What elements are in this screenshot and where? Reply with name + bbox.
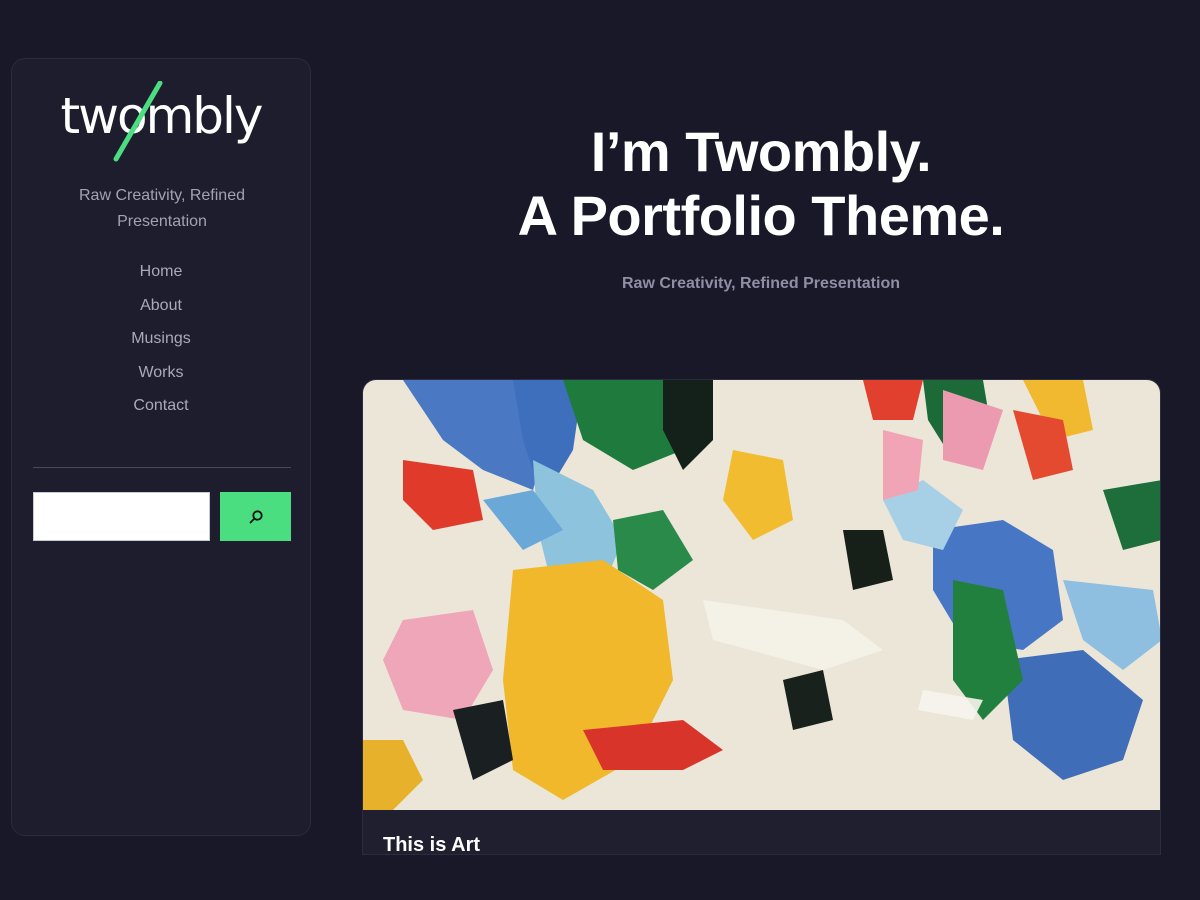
sidebar-divider: [33, 467, 291, 468]
nav-item-contact: Contact: [12, 393, 310, 427]
logo-slash-mark: [113, 81, 163, 162]
search-icon: [249, 509, 263, 523]
site-logo[interactable]: twombly: [12, 81, 310, 162]
nav-item-works: Works: [12, 360, 310, 394]
nav-item-home: Home: [12, 259, 310, 293]
nav-link-home[interactable]: Home: [140, 263, 183, 280]
site-tagline: Raw Creativity, Refined Presentation: [79, 187, 245, 230]
featured-image[interactable]: [363, 380, 1161, 810]
nav-item-about: About: [12, 293, 310, 327]
nav-link-works[interactable]: Works: [138, 364, 183, 381]
search-input[interactable]: [33, 492, 210, 541]
hero-title: I’m Twombly. A Portfolio Theme.: [360, 120, 1162, 248]
nav-link-musings[interactable]: Musings: [131, 330, 191, 347]
main-nav: Home About Musings Works Contact: [12, 259, 310, 427]
nav-item-musings: Musings: [12, 326, 310, 360]
nav-link-about[interactable]: About: [140, 297, 182, 314]
logo-wrap: twombly: [60, 81, 264, 162]
featured-post-card[interactable]: This is Art: [362, 379, 1161, 855]
page: twombly Raw Creativity, Refined Presenta…: [0, 0, 1200, 900]
hero-title-line-2: A Portfolio Theme.: [517, 184, 1005, 247]
featured-post-title[interactable]: This is Art: [383, 834, 480, 854]
sidebar: twombly Raw Creativity, Refined Presenta…: [11, 58, 311, 836]
search-button[interactable]: [220, 492, 291, 541]
hero-subtitle: Raw Creativity, Refined Presentation: [622, 275, 900, 292]
nav-link-contact[interactable]: Contact: [133, 397, 188, 414]
hero-title-line-1: I’m Twombly.: [590, 120, 932, 183]
